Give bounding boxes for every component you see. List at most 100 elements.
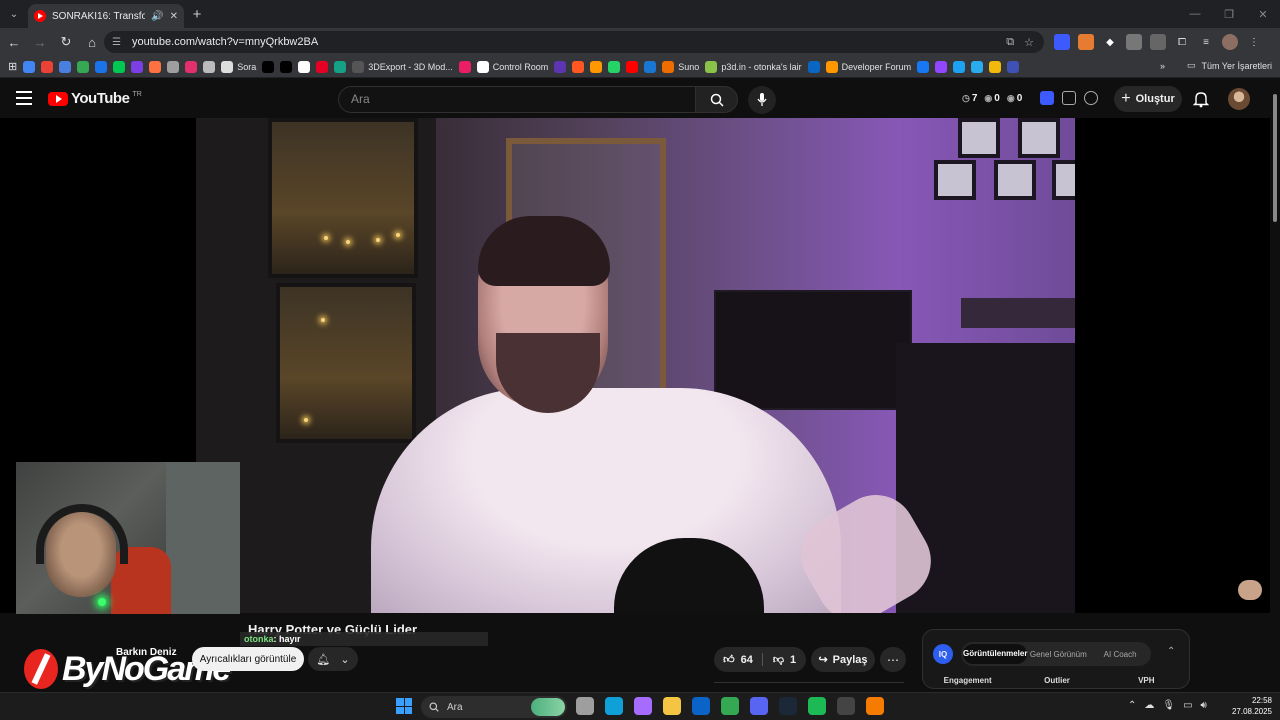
bookmark-item[interactable]	[935, 60, 948, 73]
bookmark-item[interactable]: p3d.in - otonka's lair	[705, 60, 802, 73]
reload-icon[interactable]: ↻	[54, 34, 78, 50]
close-window-icon[interactable]: ✕	[1246, 0, 1280, 28]
notifications-bell-icon[interactable]	[1192, 90, 1210, 113]
forward-icon[interactable]: →	[28, 35, 52, 50]
bookmark-item[interactable]	[334, 60, 347, 73]
video-frame[interactable]	[196, 118, 1075, 613]
steam-icon[interactable]	[779, 697, 797, 715]
profile-icon[interactable]	[1222, 34, 1238, 50]
bookmark-item[interactable]	[608, 60, 621, 73]
bookmark-item[interactable]	[590, 60, 603, 73]
bookmark-item[interactable]	[41, 60, 54, 73]
collapse-chevron-icon[interactable]: ⌃	[1167, 646, 1175, 657]
bookmark-item[interactable]	[95, 60, 108, 73]
overflow-chevron-icon[interactable]: »	[1160, 61, 1165, 71]
bookmark-item[interactable]	[59, 60, 72, 73]
bookmark-item[interactable]	[298, 60, 311, 73]
trophy-icon[interactable]	[1084, 91, 1098, 105]
taskbar-clock[interactable]: 22:58 27.08.2025	[1226, 695, 1272, 717]
taskbar-search[interactable]: Ara	[421, 696, 567, 718]
bookmark-item[interactable]	[971, 60, 984, 73]
chrome-icon[interactable]	[721, 697, 739, 715]
outlook-icon[interactable]	[692, 697, 710, 715]
tab-views[interactable]: Görüntülenmeler	[963, 644, 1028, 664]
extension-fox-icon[interactable]	[1078, 34, 1094, 50]
voice-search-button[interactable]	[748, 86, 776, 114]
bookmark-item[interactable]	[262, 60, 275, 73]
view-perks-button[interactable]: Ayrıcalıkları görüntüle	[192, 647, 304, 671]
bookmark-item[interactable]	[953, 60, 966, 73]
bookmark-item[interactable]	[131, 60, 144, 73]
spotify-icon[interactable]	[808, 697, 826, 715]
all-bookmarks[interactable]: » ▭ Tüm Yer İşaretleri	[1160, 60, 1272, 71]
more-actions-button[interactable]: ⋯	[880, 647, 906, 672]
share-button[interactable]: ↪ Paylaş	[811, 647, 875, 672]
extension-diamond-icon[interactable]: ◆	[1102, 34, 1118, 50]
bookmark-item[interactable]: Control Room	[476, 60, 548, 73]
bookmark-item[interactable]	[167, 60, 180, 73]
site-info-icon[interactable]: ☰	[112, 37, 126, 48]
bookmark-item[interactable]: 3DExport - 3D Mod...	[352, 60, 453, 73]
extensions-puzzle-icon[interactable]: ⧠	[1174, 34, 1190, 50]
back-icon[interactable]: ←	[2, 35, 26, 50]
onedrive-icon[interactable]: ☁	[1144, 700, 1154, 711]
bookmark-item[interactable]	[280, 60, 293, 73]
bookmark-item[interactable]	[185, 60, 198, 73]
bookmark-item[interactable]: Suno	[662, 60, 699, 73]
extension-box-icon[interactable]	[1126, 34, 1142, 50]
bookmark-item[interactable]	[23, 60, 36, 73]
list-icon[interactable]	[1062, 91, 1076, 105]
scrollbar-thumb[interactable]	[1273, 94, 1277, 222]
blender-icon[interactable]	[866, 697, 884, 715]
vidiq-icon[interactable]	[1040, 91, 1054, 105]
edge-icon[interactable]	[605, 697, 623, 715]
bookmark-item[interactable]	[554, 60, 567, 73]
corner-avatar-icon[interactable]	[1238, 580, 1262, 600]
discord-icon[interactable]	[750, 697, 768, 715]
tray-chevron-icon[interactable]: ⌃	[1128, 700, 1136, 711]
menu-kebab-icon[interactable]: ⋮	[1246, 34, 1262, 50]
extension-vidiq-icon[interactable]	[1054, 34, 1070, 50]
search-input[interactable]: Ara	[338, 86, 696, 113]
display-icon[interactable]: ▭	[1183, 700, 1192, 711]
folder-icon[interactable]	[663, 697, 681, 715]
bookmark-item[interactable]	[149, 60, 162, 73]
apps-grid-icon[interactable]: ⊞	[8, 60, 17, 73]
bookmark-item[interactable]	[644, 60, 657, 73]
search-button[interactable]	[696, 86, 738, 113]
youtube-logo[interactable]: YouTube TR	[48, 90, 142, 107]
account-avatar[interactable]	[1228, 88, 1250, 110]
install-icon[interactable]: ⧉	[1006, 36, 1014, 49]
bookmark-item[interactable]	[807, 60, 820, 73]
page-scrollbar[interactable]	[1270, 80, 1280, 692]
microphone-tray-icon[interactable]: 🎙︎	[1162, 700, 1175, 711]
bookmark-item[interactable]	[316, 60, 329, 73]
create-button[interactable]: + Oluştur	[1114, 86, 1182, 112]
bookmark-item[interactable]: Developer Forum	[825, 60, 911, 73]
bookmark-item[interactable]	[1007, 60, 1020, 73]
tab-overview[interactable]: Genel Görünüm	[1027, 650, 1089, 659]
windows-start-icon[interactable]	[396, 698, 412, 714]
minimize-icon[interactable]: —	[1178, 0, 1212, 28]
new-tab-button[interactable]: +	[184, 6, 210, 23]
like-button[interactable]: 👍︎ 64	[714, 653, 762, 667]
url-field[interactable]: ☰ youtube.com/watch?v=mnyQrkbw2BA ⧉ ☆	[104, 31, 1044, 53]
speaker-icon[interactable]: 🔊	[151, 11, 163, 22]
hamburger-menu-icon[interactable]	[16, 91, 32, 105]
bookmark-item[interactable]	[77, 60, 90, 73]
file-explorer-icon[interactable]	[576, 697, 594, 715]
bookmark-item[interactable]	[113, 60, 126, 73]
close-tab-icon[interactable]: ✕	[170, 11, 178, 22]
bookmark-item[interactable]	[458, 60, 471, 73]
browser-tab[interactable]: SONRAKİ16: Transformers, I 🔊 ✕	[28, 4, 184, 28]
copilot-icon[interactable]	[634, 697, 652, 715]
volume-icon[interactable]: 🔊︎	[1201, 700, 1207, 711]
bookmark-star-icon[interactable]: ☆	[1024, 36, 1034, 49]
bookmark-item[interactable]: Sora	[221, 60, 256, 73]
reading-list-icon[interactable]: ≡	[1198, 34, 1214, 50]
bookmark-item[interactable]	[917, 60, 930, 73]
obs-icon[interactable]	[837, 697, 855, 715]
dislike-button[interactable]: 👎︎ 1	[762, 653, 806, 666]
bookmark-item[interactable]	[989, 60, 1002, 73]
bookmark-item[interactable]	[626, 60, 639, 73]
